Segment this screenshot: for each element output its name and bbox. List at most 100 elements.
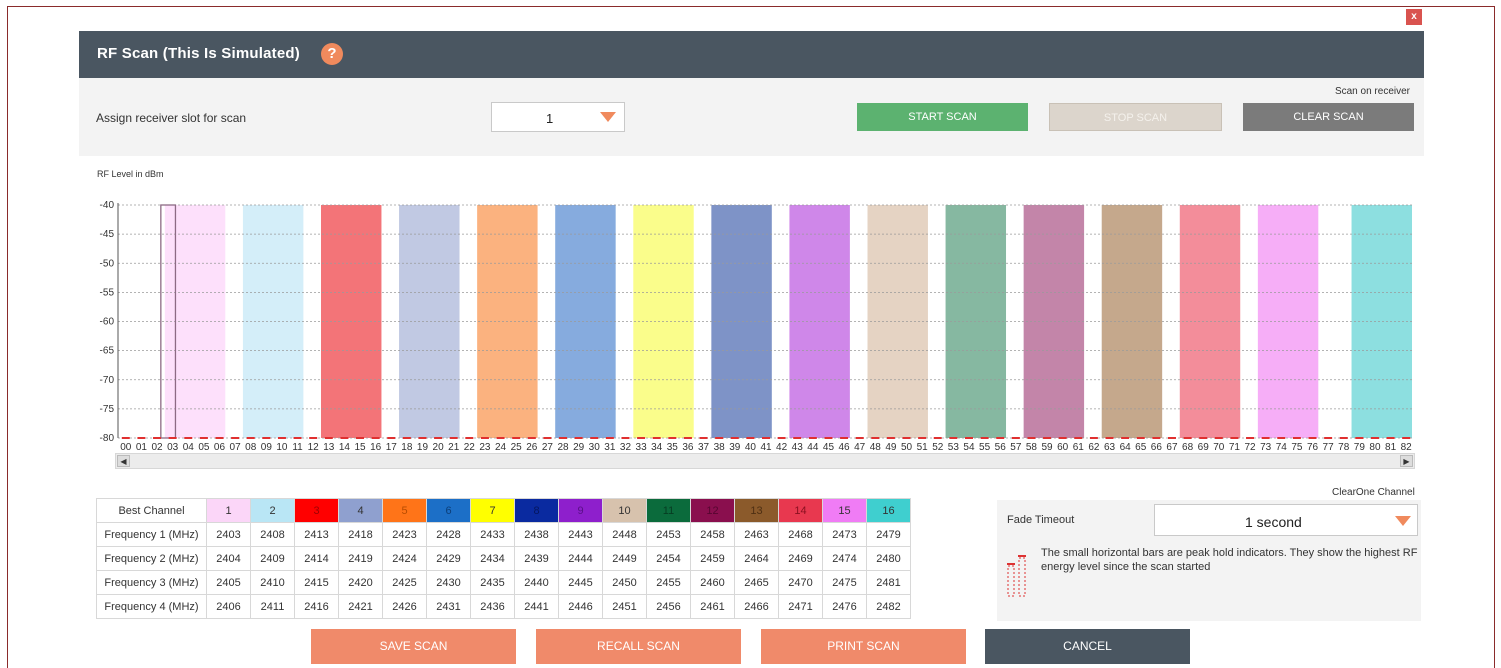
y-axis-label: RF Level in dBm <box>97 169 164 179</box>
channel-header-8[interactable]: 8 <box>514 498 559 523</box>
x-tick-label: 59 <box>1041 442 1053 453</box>
channel-header-11[interactable]: 11 <box>646 498 691 523</box>
peak-hold-marker <box>824 437 833 439</box>
receiver-slot-select[interactable]: 1 <box>491 102 625 132</box>
channel-header-15[interactable]: 15 <box>822 498 867 523</box>
x-tick-label: 49 <box>885 442 897 453</box>
peak-hold-marker <box>387 437 396 439</box>
peak-hold-marker <box>605 437 614 439</box>
peak-hold-marker <box>1183 437 1192 439</box>
peak-hold-marker <box>933 437 942 439</box>
channel-header-6[interactable]: 6 <box>426 498 471 523</box>
x-tick-label: 16 <box>370 442 382 453</box>
peak-hold-marker <box>293 437 302 439</box>
cancel-button[interactable]: CANCEL <box>985 629 1190 664</box>
start-scan-button[interactable]: START SCAN <box>857 103 1028 131</box>
channel-header-14[interactable]: 14 <box>778 498 823 523</box>
x-tick-label: 51 <box>917 442 929 453</box>
peak-hold-marker <box>246 437 255 439</box>
peak-hold-marker <box>1339 437 1348 439</box>
channel-header-5[interactable]: 5 <box>382 498 427 523</box>
x-tick-label: 82 <box>1401 442 1413 453</box>
x-tick-label: 15 <box>354 442 366 453</box>
frequency-cell: 2424 <box>382 546 427 571</box>
frequency-cell: 2438 <box>514 522 559 547</box>
x-tick-label: 37 <box>698 442 710 453</box>
channel-table: Best Channel 1 2 3 4 5 6 7 8 9 10 11 12 13 14 15 16 Frequ… <box>96 498 911 619</box>
scroll-left-icon[interactable]: ◀ <box>117 455 130 467</box>
table-row: Frequency 2 (MHz) 2404 2409 2414 2419 2424 242… <box>96 546 911 571</box>
peak-hold-marker <box>964 437 973 439</box>
channel-header-13[interactable]: 13 <box>734 498 779 523</box>
channel-header-2[interactable]: 2 <box>250 498 295 523</box>
close-button[interactable]: x <box>1406 9 1422 25</box>
channel-header-3[interactable]: 3 <box>294 498 339 523</box>
channel-header-16[interactable]: 16 <box>866 498 911 523</box>
x-tick-label: 55 <box>979 442 991 453</box>
x-tick-label: 43 <box>792 442 804 453</box>
peak-hold-icon <box>1007 555 1026 597</box>
peak-hold-marker <box>496 437 505 439</box>
frequency-cell: 2443 <box>558 522 603 547</box>
peak-hold-marker <box>1386 437 1395 439</box>
x-tick-label: 35 <box>667 442 679 453</box>
channel-header-10[interactable]: 10 <box>602 498 647 523</box>
print-scan-button[interactable]: PRINT SCAN <box>761 629 966 664</box>
frequency-cell: 2421 <box>338 594 383 619</box>
y-tick-label: -80 <box>100 433 115 444</box>
peak-hold-marker <box>886 437 895 439</box>
y-tick-label: -40 <box>100 200 115 211</box>
peak-hold-marker <box>324 437 333 439</box>
x-tick-label: 28 <box>557 442 569 453</box>
fade-timeout-label: Fade Timeout <box>1007 514 1075 526</box>
fade-timeout-select[interactable]: 1 second <box>1154 504 1418 536</box>
peak-hold-marker <box>262 437 271 439</box>
help-icon[interactable]: ? <box>321 43 343 65</box>
peak-hold-marker <box>715 437 724 439</box>
stop-scan-button[interactable]: STOP SCAN <box>1049 103 1222 131</box>
scroll-right-icon[interactable]: ▶ <box>1400 455 1413 467</box>
recall-scan-button[interactable]: RECALL SCAN <box>536 629 741 664</box>
peak-hold-marker <box>1011 437 1020 439</box>
frequency-cell: 2405 <box>206 570 251 595</box>
peak-hold-marker <box>808 437 817 439</box>
x-tick-label: 19 <box>417 442 429 453</box>
x-tick-label: 57 <box>1010 442 1022 453</box>
table-row: Frequency 1 (MHz) 2403 2408 2413 2418 2423 242… <box>96 522 911 547</box>
y-tick-label: -65 <box>100 346 115 357</box>
frequency-cell: 2475 <box>822 570 867 595</box>
channel-header-9[interactable]: 9 <box>558 498 603 523</box>
peak-hold-marker <box>980 437 989 439</box>
x-tick-label: 61 <box>1073 442 1085 453</box>
x-tick-label: 50 <box>901 442 913 453</box>
frequency-row-label: Frequency 1 (MHz) <box>96 522 207 547</box>
peak-hold-marker <box>574 437 583 439</box>
frequency-cell: 2448 <box>602 522 647 547</box>
peak-hold-marker <box>855 437 864 439</box>
frequency-cell: 2429 <box>426 546 471 571</box>
clear-scan-button[interactable]: CLEAR SCAN <box>1243 103 1414 131</box>
peak-hold-marker <box>465 437 474 439</box>
peak-hold-marker <box>153 437 162 439</box>
frequency-cell: 2470 <box>778 570 823 595</box>
chart-scrollbar[interactable]: ◀ ▶ <box>115 453 1415 469</box>
x-tick-label: 75 <box>1291 442 1303 453</box>
x-tick-label: 42 <box>776 442 788 453</box>
x-tick-label: 23 <box>479 442 491 453</box>
x-tick-label: 10 <box>276 442 288 453</box>
receiver-slot-value: 1 <box>546 111 554 126</box>
save-scan-button[interactable]: SAVE SCAN <box>311 629 516 664</box>
peak-hold-marker <box>777 437 786 439</box>
x-tick-label: 01 <box>136 442 148 453</box>
channel-header-4[interactable]: 4 <box>338 498 383 523</box>
peak-hold-marker <box>1167 437 1176 439</box>
channel-header-12[interactable]: 12 <box>690 498 735 523</box>
frequency-cell: 2439 <box>514 546 559 571</box>
frequency-cell: 2410 <box>250 570 295 595</box>
channel-header-1[interactable]: 1 <box>206 498 251 523</box>
peak-hold-marker <box>1324 437 1333 439</box>
channel-header-7[interactable]: 7 <box>470 498 515 523</box>
frequency-cell: 2463 <box>734 522 779 547</box>
frequency-cell: 2479 <box>866 522 911 547</box>
frequency-cell: 2426 <box>382 594 427 619</box>
